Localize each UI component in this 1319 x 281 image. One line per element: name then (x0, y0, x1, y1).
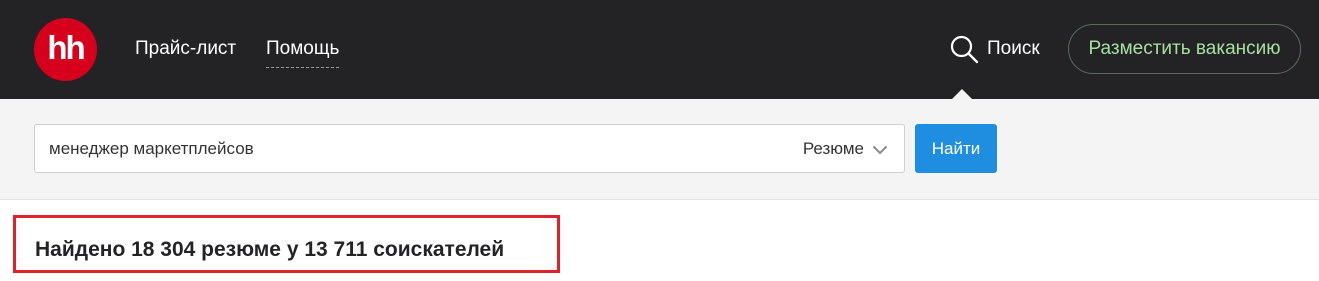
search-type-select[interactable]: Резюме (803, 137, 888, 161)
find-button[interactable]: Найти (915, 124, 997, 173)
search-icon (950, 35, 979, 63)
post-vacancy-label: Разместить вакансию (1088, 38, 1281, 59)
search-box: Резюме (34, 124, 905, 173)
search-type-label: Резюме (802, 139, 864, 158)
search-input[interactable] (49, 138, 689, 160)
active-section-pointer (952, 89, 972, 99)
results-summary: Найдено 18 304 резюме у 13 711 соискател… (35, 238, 505, 261)
logo-text: hh (47, 29, 85, 66)
nav-link-help[interactable]: Помощь (266, 37, 340, 68)
hh-logo[interactable]: hh (34, 18, 97, 81)
search-panel: Резюме Найти (0, 99, 1319, 200)
post-vacancy-button[interactable]: Разместить вакансию (1068, 24, 1301, 74)
search-link[interactable]: Поиск (950, 33, 1040, 65)
search-link-label: Поиск (987, 38, 1040, 59)
top-navigation-bar: hh Прайс-лист Помощь Поиск Разместить ва… (0, 0, 1319, 99)
nav-link-price-list[interactable]: Прайс-лист (135, 37, 236, 61)
chevron-down-icon (872, 145, 888, 155)
